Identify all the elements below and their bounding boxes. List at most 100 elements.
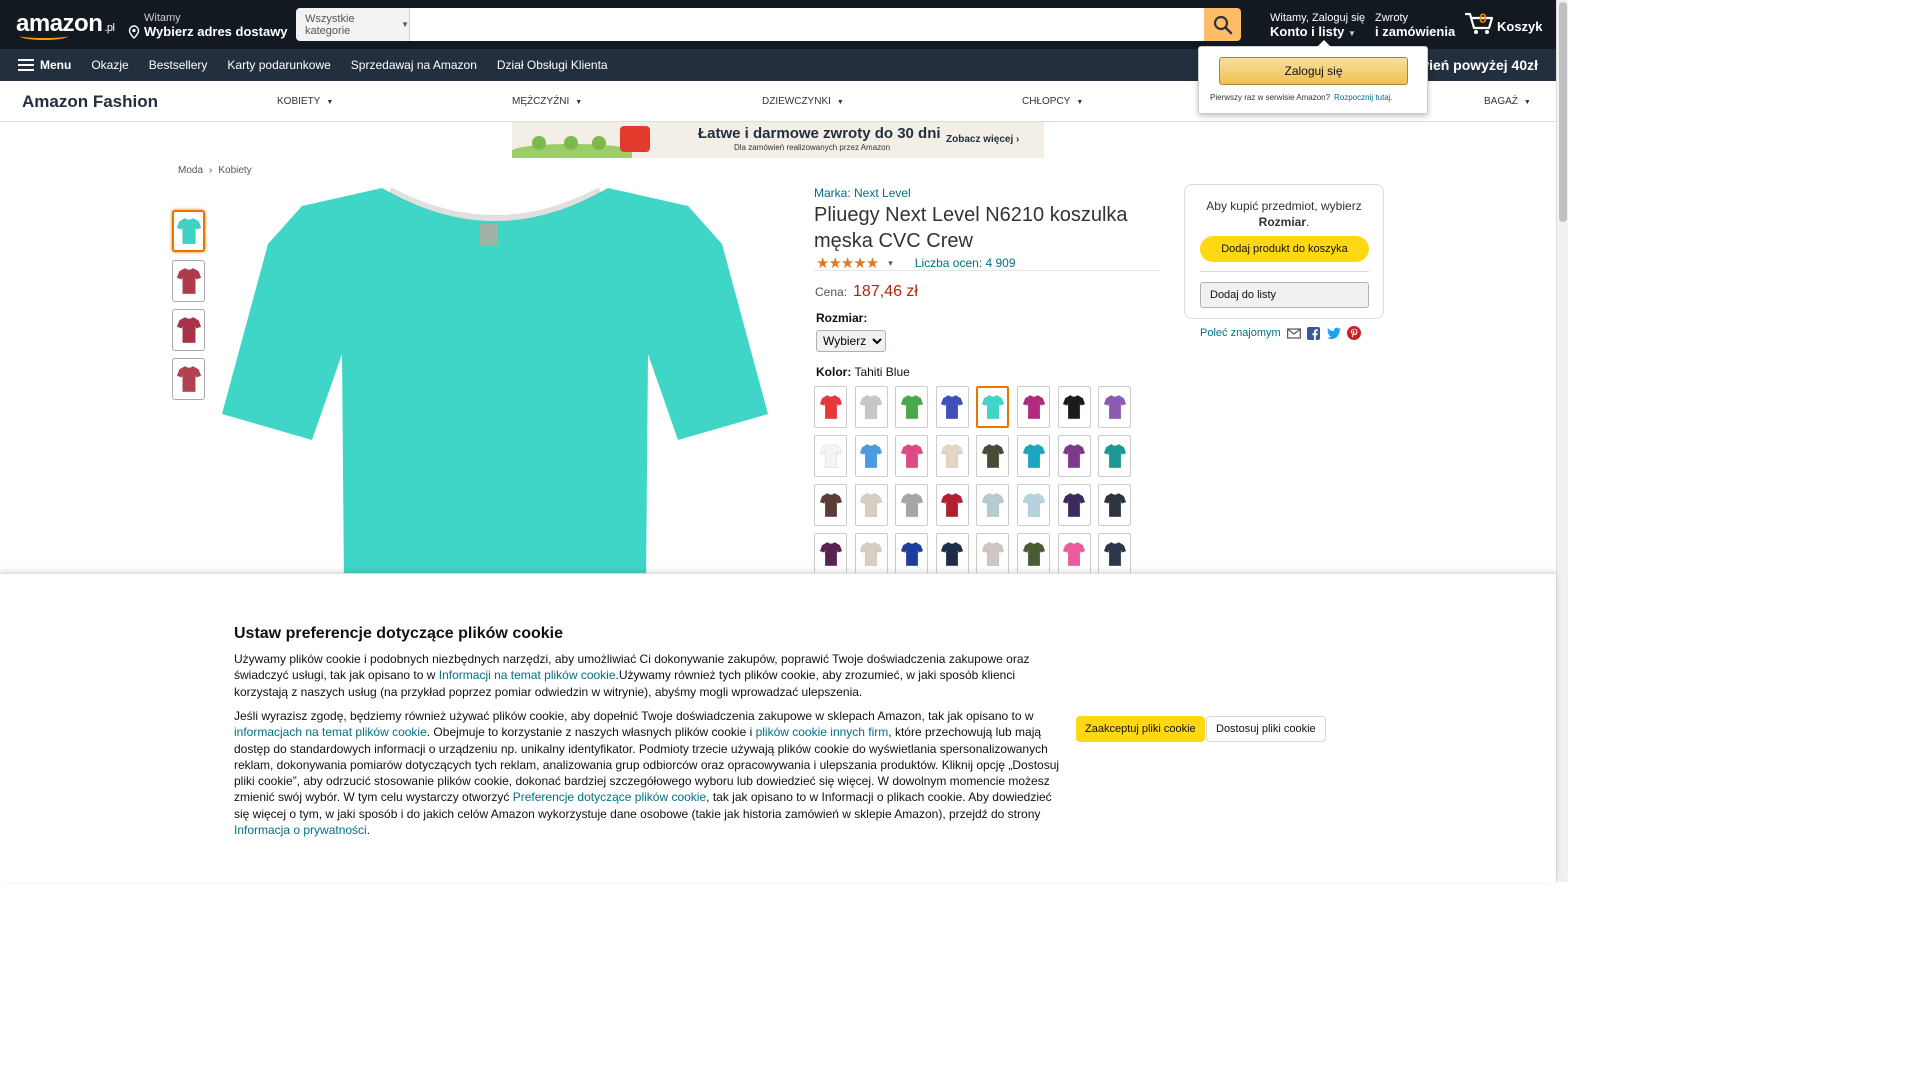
- color-swatch[interactable]: [854, 386, 888, 428]
- cookie-preferences-link[interactable]: Preferencje dotyczące plików cookie: [513, 790, 706, 804]
- color-swatch[interactable]: [935, 533, 969, 575]
- buy-box: Aby kupić przedmiot, wybierz Rozmiar. Dod…: [1184, 184, 1384, 319]
- tshirt-icon: [176, 267, 201, 295]
- color-swatch[interactable]: [1057, 484, 1091, 526]
- product-thumbnail[interactable]: [172, 358, 205, 400]
- product-thumbnail[interactable]: [172, 210, 205, 252]
- product-thumbnail[interactable]: [172, 260, 205, 302]
- color-swatch[interactable]: [1057, 533, 1091, 575]
- color-swatch[interactable]: [1017, 386, 1050, 428]
- color-swatch[interactable]: [814, 386, 847, 428]
- search-bar: Wszystkie kategorie ▼: [296, 8, 1241, 41]
- tshirt-icon: [981, 493, 1004, 517]
- search-icon: [1213, 15, 1232, 34]
- caret-down-icon: ▼: [575, 99, 583, 106]
- cookie-info-link[interactable]: Informacji na temat plików cookie: [439, 668, 616, 682]
- color-swatch[interactable]: [814, 533, 847, 575]
- color-swatch[interactable]: [976, 484, 1010, 526]
- color-swatch[interactable]: [895, 386, 929, 428]
- page-scrollbar[interactable]: [1556, 0, 1568, 882]
- nav-link-sell[interactable]: Sprzedawaj na Amazon: [341, 58, 487, 72]
- scrollbar-thumb[interactable]: [1559, 2, 1567, 222]
- color-swatch[interactable]: [1057, 435, 1091, 477]
- share-link[interactable]: Poleć znajomym: [1200, 327, 1281, 339]
- accept-cookies-button[interactable]: Zaakceptuj pliki cookie: [1076, 716, 1205, 742]
- tree-icon: [592, 136, 606, 150]
- tshirt-icon: [900, 395, 923, 419]
- account-menu[interactable]: Witamy, Zaloguj się Konto i listy ▼: [1270, 12, 1365, 39]
- color-swatch[interactable]: [895, 435, 929, 477]
- fashion-tab-luggage[interactable]: BAGAŻ ▼: [1484, 96, 1531, 107]
- cookie-consent-dialog: Ustaw preferencje dotyczące plików cooki…: [0, 573, 1556, 882]
- color-swatch[interactable]: [854, 435, 888, 477]
- customize-cookies-button[interactable]: Dostosuj pliki cookie: [1206, 716, 1326, 742]
- color-swatch[interactable]: [976, 435, 1010, 477]
- cart-button[interactable]: 0 Koszyk: [1463, 10, 1543, 36]
- breadcrumb-link-kobiety[interactable]: Kobiety: [218, 165, 251, 176]
- color-swatch[interactable]: [935, 484, 969, 526]
- tshirt-icon: [176, 365, 201, 393]
- account-greeting: Witamy, Zaloguj się: [1270, 12, 1366, 24]
- amazon-fashion-logo[interactable]: Amazon Fashion: [22, 92, 158, 112]
- size-dropdown[interactable]: Wybierz: [816, 330, 886, 352]
- brand-link[interactable]: Marka: Next Level: [814, 186, 911, 200]
- nav-link-customer-service[interactable]: Dział Obsługi Klienta: [487, 58, 618, 72]
- facebook-icon[interactable]: [1307, 326, 1321, 340]
- signin-button[interactable]: Zaloguj się: [1219, 57, 1408, 85]
- breadcrumb-link-moda[interactable]: Moda: [178, 165, 203, 176]
- color-swatch[interactable]: [1098, 386, 1132, 428]
- color-swatch[interactable]: [814, 435, 847, 477]
- add-to-cart-button[interactable]: Dodaj produkt do koszyka: [1200, 236, 1369, 262]
- color-swatch[interactable]: [814, 484, 847, 526]
- rating-count-link[interactable]: Liczba ocen: 4 909: [915, 256, 1016, 270]
- fashion-tab-boys[interactable]: CHŁOPCY ▼: [1022, 96, 1083, 107]
- banner-cta[interactable]: Zobacz więcej ›: [946, 134, 1019, 145]
- color-swatch[interactable]: [854, 484, 888, 526]
- color-swatch[interactable]: [935, 386, 969, 428]
- hamburger-menu-button[interactable]: Menu: [0, 58, 81, 72]
- color-swatch[interactable]: [895, 533, 929, 575]
- free-shipping-promo[interactable]: owień powyżej 40zł: [1410, 57, 1538, 73]
- color-swatch[interactable]: [1017, 533, 1050, 575]
- color-swatch[interactable]: [1098, 484, 1132, 526]
- twitter-icon[interactable]: [1326, 326, 1341, 340]
- pinterest-icon[interactable]: [1346, 326, 1361, 340]
- color-swatch[interactable]: [976, 386, 1010, 428]
- returns-orders-link[interactable]: Zwroty i zamówienia: [1375, 12, 1455, 39]
- email-icon[interactable]: [1286, 326, 1301, 340]
- search-input[interactable]: [410, 8, 1204, 41]
- tshirt-icon: [900, 493, 923, 517]
- color-swatch[interactable]: [1057, 386, 1091, 428]
- cookie-info-link-2[interactable]: informacjach na temat plików cookie: [234, 725, 427, 739]
- color-swatch[interactable]: [935, 435, 969, 477]
- color-swatch[interactable]: [1017, 435, 1050, 477]
- chevron-down-icon[interactable]: ▾: [888, 258, 893, 269]
- nav-link-gift-cards[interactable]: Karty podarunkowe: [217, 58, 340, 72]
- privacy-notice-link[interactable]: Informacja o prywatności: [234, 823, 367, 837]
- third-party-cookies-link[interactable]: plików cookie innych firm: [756, 725, 889, 739]
- tshirt-icon: [1022, 542, 1045, 566]
- add-to-list-button[interactable]: Dodaj do listy: [1200, 282, 1369, 308]
- color-swatch[interactable]: [895, 484, 929, 526]
- search-category-dropdown[interactable]: Wszystkie kategorie ▼: [296, 8, 410, 41]
- fashion-tab-men[interactable]: MĘŻCZYŹNI ▼: [512, 96, 582, 107]
- register-link[interactable]: Rozpocznij tutaj.: [1334, 93, 1393, 102]
- color-swatch[interactable]: [1098, 435, 1132, 477]
- returns-label: Zwroty: [1375, 12, 1408, 24]
- tshirt-icon: [1063, 444, 1086, 468]
- color-swatch[interactable]: [1017, 484, 1050, 526]
- fashion-tab-women[interactable]: KOBIETY ▼: [277, 96, 333, 107]
- color-swatch[interactable]: [854, 533, 888, 575]
- nav-link-okazje[interactable]: Okazje: [81, 58, 138, 72]
- color-swatch[interactable]: [976, 533, 1010, 575]
- tshirt-icon: [1022, 395, 1045, 419]
- hamburger-icon: [18, 59, 34, 71]
- nav-link-bestsellery[interactable]: Bestsellery: [139, 58, 218, 72]
- delivery-address-selector[interactable]: Witamy Wybierz adres dostawy: [128, 12, 288, 39]
- fashion-tab-girls[interactable]: DZIEWCZYNKI ▼: [762, 96, 844, 107]
- product-main-image[interactable]: [222, 184, 768, 584]
- color-swatch[interactable]: [1098, 533, 1132, 575]
- product-thumbnail[interactable]: [172, 309, 205, 351]
- search-button[interactable]: [1204, 8, 1241, 41]
- free-returns-banner[interactable]: Łatwe i darmowe zwroty do 30 dni Dla zam…: [512, 122, 1044, 158]
